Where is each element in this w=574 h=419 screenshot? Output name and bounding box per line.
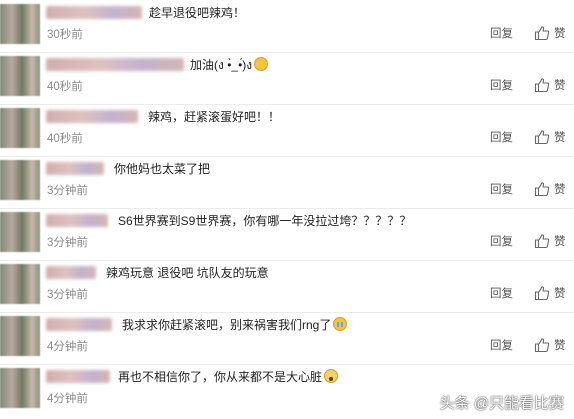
comment-row: 趁早退役吧辣鸡！ 30秒前 回复 赞	[0, 0, 574, 53]
like-label: 赞	[554, 132, 566, 144]
comment-text: 辣鸡玩意 退役吧 坑队友的玩意	[106, 266, 269, 280]
avatar[interactable]	[0, 212, 40, 252]
comment-time: 4分钟前	[47, 341, 88, 353]
comment-time: 4分钟前	[47, 393, 88, 405]
comment-text-content: 加油(ง •̀_•́)ง	[190, 58, 253, 72]
comment-text: 再也不相信你了，你从来都不是大心脏	[118, 368, 339, 386]
avatar[interactable]	[0, 108, 40, 148]
reply-button[interactable]: 回复	[490, 339, 513, 353]
comment-row: 我求求你赶紧滚吧，别来祸害我们rng了 4分钟前 回复 赞	[0, 312, 574, 365]
username-blurred[interactable]	[46, 214, 108, 227]
thumbs-up-icon	[534, 286, 550, 301]
comment-time: 3分钟前	[47, 185, 88, 197]
comment-text: 加油(ง •̀_•́)ง	[190, 56, 269, 74]
reply-button[interactable]: 回复	[490, 287, 513, 301]
comment-time: 3分钟前	[47, 237, 88, 249]
thumbs-up-icon	[534, 234, 550, 249]
avatar[interactable]	[0, 4, 40, 44]
thumbs-up-icon	[534, 78, 550, 93]
avatar[interactable]	[0, 368, 40, 408]
crying-emoji-icon	[333, 317, 348, 331]
thumbs-up-icon	[534, 130, 550, 145]
reply-button[interactable]: 回复	[490, 183, 513, 197]
avatar[interactable]	[0, 160, 40, 200]
comment-text: 我求求你赶紧滚吧，别来祸害我们rng了	[122, 316, 348, 334]
comment-row: 你他妈也太菜了把 3分钟前 回复 赞	[0, 156, 574, 209]
comment-text: 辣鸡，赶紧滚蛋好吧！！	[148, 110, 281, 124]
avatar[interactable]	[0, 56, 40, 96]
like-label: 赞	[554, 340, 566, 352]
comment-text: S6世界赛到S9世界赛，你有哪一年没拉过垮？？？？？	[118, 214, 412, 228]
thumbs-up-icon	[534, 182, 550, 197]
hug-emoji-icon	[254, 57, 269, 71]
like-label: 赞	[554, 80, 566, 92]
thumbs-up-icon	[534, 338, 550, 353]
reply-button[interactable]: 回复	[490, 27, 513, 41]
username-blurred[interactable]	[46, 266, 96, 279]
comment-row: 辣鸡，赶紧滚蛋好吧！！ 40秒前 回复 赞	[0, 104, 574, 157]
comment-row: 加油(ง •̀_•́)ง 40秒前 回复 赞	[0, 52, 574, 105]
fearful-emoji-icon	[324, 369, 339, 383]
comment-text: 趁早退役吧辣鸡！	[149, 6, 246, 20]
like-label: 赞	[554, 184, 566, 196]
comment-time: 3分钟前	[47, 289, 88, 301]
username-blurred[interactable]	[46, 58, 184, 71]
reply-button[interactable]: 回复	[490, 235, 513, 249]
like-label: 赞	[554, 28, 566, 40]
comment-row: S6世界赛到S9世界赛，你有哪一年没拉过垮？？？？？ 3分钟前 回复 赞	[0, 208, 574, 261]
comment-text: 你他妈也太菜了把	[114, 162, 211, 176]
reply-button[interactable]: 回复	[490, 131, 513, 145]
avatar[interactable]	[0, 264, 40, 304]
comment-text-content: 我求求你赶紧滚吧，别来祸害我们rng了	[122, 318, 332, 332]
comment-time: 40秒前	[47, 133, 83, 145]
avatar[interactable]	[0, 316, 40, 356]
like-label: 赞	[554, 288, 566, 300]
username-blurred[interactable]	[46, 110, 138, 123]
username-blurred[interactable]	[46, 370, 110, 383]
comment-time: 30秒前	[47, 29, 83, 41]
comment-text-content: 再也不相信你了，你从来都不是大心脏	[118, 370, 323, 384]
username-blurred[interactable]	[46, 6, 142, 19]
thumbs-up-icon	[534, 26, 550, 41]
username-blurred[interactable]	[46, 162, 104, 175]
watermark: 头条 @只能看比赛	[439, 395, 564, 412]
comment-row: 辣鸡玩意 退役吧 坑队友的玩意 3分钟前 回复 赞	[0, 260, 574, 313]
username-blurred[interactable]	[46, 318, 112, 331]
reply-button[interactable]: 回复	[490, 79, 513, 93]
like-label: 赞	[554, 236, 566, 248]
comment-time: 40秒前	[47, 81, 83, 93]
